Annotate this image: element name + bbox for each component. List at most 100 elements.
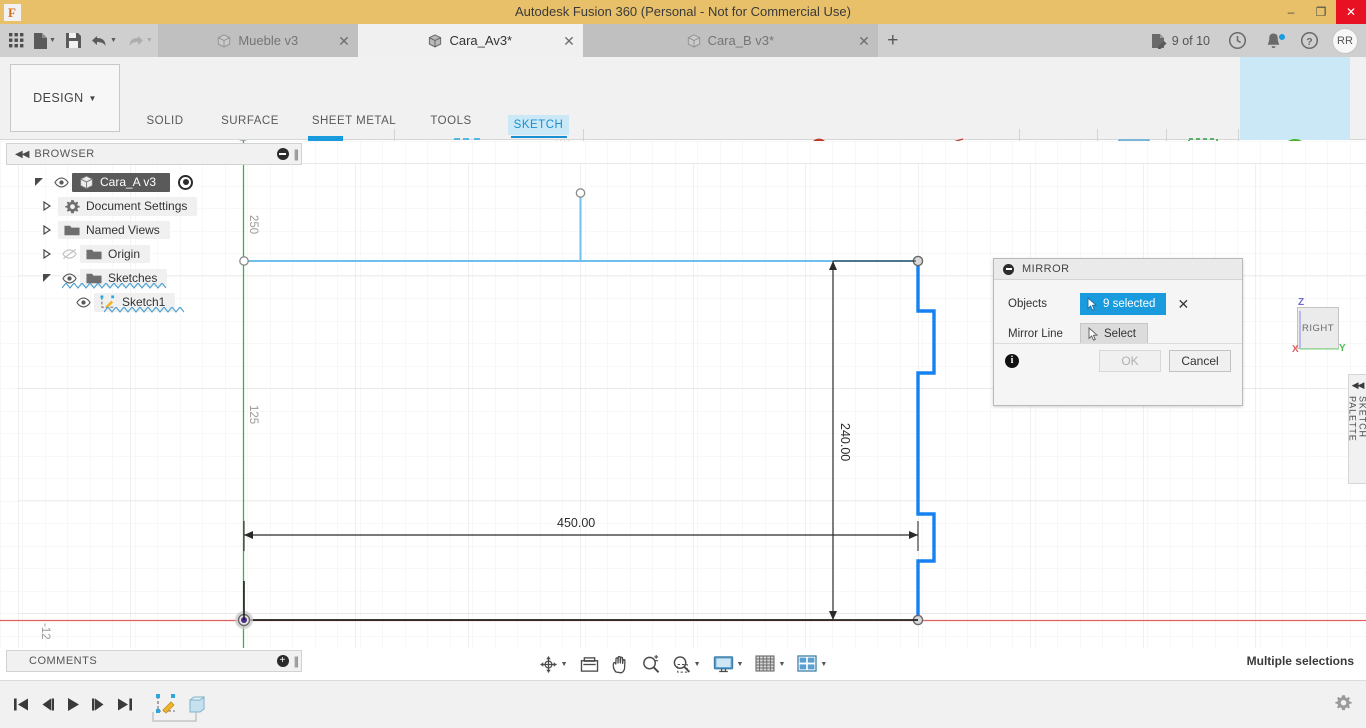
tree-row-sketch1[interactable]: Sketch1 — [6, 290, 296, 314]
jobs-status[interactable]: 9 of 10 — [1142, 33, 1219, 49]
undo-icon[interactable]: ▼ — [86, 24, 122, 57]
tree-item-sketches[interactable]: Sketches — [80, 269, 168, 287]
tree-row-document-settings[interactable]: Document Settings — [6, 194, 296, 218]
tab-mueble-v3[interactable]: Mueble v3 ✕ — [157, 24, 358, 57]
pan-hand-icon[interactable] — [605, 655, 635, 674]
maximize-button[interactable]: ❐ — [1306, 0, 1336, 24]
tree-row-origin[interactable]: Origin — [6, 242, 296, 266]
pan-home-icon[interactable] — [574, 656, 605, 673]
ok-button[interactable]: OK — [1099, 349, 1161, 372]
collapse-left-icon[interactable]: ◀◀ — [7, 149, 34, 160]
design-workspace-selector[interactable]: DESIGN ▼ — [10, 64, 120, 132]
select-cursor-icon — [1088, 327, 1099, 341]
save-icon[interactable] — [61, 24, 86, 57]
bell-icon[interactable] — [1256, 32, 1291, 50]
tab-sheet-metal[interactable]: SHEET METAL — [305, 115, 403, 137]
timeline-settings-gear-icon[interactable] — [1335, 694, 1352, 716]
tree-row-sketches[interactable]: Sketches — [6, 266, 296, 290]
navigation-bar: ▼ ▼ ▼ ▼ ▼ — [0, 648, 1366, 680]
sketch-palette-tab[interactable]: ◀◀ SKETCH PALETTE — [1348, 374, 1366, 484]
objects-selection-count: 9 selected — [1103, 298, 1156, 310]
close-button[interactable]: ✕ — [1336, 0, 1366, 24]
expander-collapsed-icon[interactable] — [36, 249, 58, 259]
objects-selection-button[interactable]: 9 selected — [1080, 293, 1167, 315]
visibility-hidden-icon[interactable] — [58, 248, 80, 260]
expander-expanded-icon[interactable] — [28, 177, 50, 187]
tab-cara-a-v3[interactable]: Cara_Av3* ✕ — [357, 24, 583, 57]
tree-row-cara-a[interactable]: Cara_A v3 — [6, 170, 296, 194]
ribbon: DESIGN ▼ SOLID SURFACE SHEET METAL TOOLS… — [0, 57, 1366, 189]
visibility-eye-icon[interactable] — [72, 297, 94, 308]
tab-solid[interactable]: SOLID — [135, 115, 195, 137]
dimension-label-240[interactable]: 240.00 — [838, 423, 852, 461]
expander-expanded-icon[interactable] — [36, 273, 58, 283]
new-file-icon[interactable]: ▼ — [29, 24, 61, 57]
visibility-eye-icon[interactable] — [58, 273, 80, 284]
minimize-button[interactable]: – — [1276, 0, 1306, 24]
cancel-button[interactable]: Cancel — [1169, 349, 1231, 372]
help-icon[interactable]: ? — [1291, 31, 1328, 50]
orbit-icon[interactable]: ▼ — [533, 655, 574, 674]
new-file-caret-icon[interactable]: ▼ — [49, 37, 56, 44]
tree-item-cara-a[interactable]: Cara_A v3 — [72, 172, 171, 192]
folder-sketch-icon — [84, 272, 104, 285]
tree-label: Document Settings — [86, 199, 188, 213]
zoom-window-icon[interactable]: ▼ — [666, 655, 707, 674]
display-settings-icon[interactable]: ▼ — [707, 655, 750, 673]
chevron-down-icon[interactable]: ▼ — [737, 661, 744, 668]
collapse-left-icon[interactable]: ◀◀ — [1352, 380, 1365, 391]
chevron-down-icon[interactable]: ▼ — [820, 661, 827, 668]
redo-icon[interactable]: ▼ — [122, 24, 158, 57]
expander-collapsed-icon[interactable] — [36, 225, 58, 235]
quick-access-toolbar: ▼ ▼ ▼ — [0, 24, 158, 57]
close-icon[interactable]: ✕ — [563, 34, 575, 48]
viewports-icon[interactable]: ▼ — [791, 655, 833, 673]
close-icon[interactable]: ✕ — [338, 34, 350, 48]
play-icon[interactable] — [60, 697, 86, 712]
minus-circle-icon[interactable] — [276, 148, 289, 160]
redo-caret-icon[interactable]: ▼ — [146, 37, 153, 44]
new-tab-button[interactable]: + — [878, 24, 908, 57]
clear-selection-icon[interactable]: ✕ — [1177, 297, 1189, 311]
undo-caret-icon[interactable]: ▼ — [110, 37, 117, 44]
tree-item-named-views[interactable]: Named Views — [58, 221, 170, 239]
minus-circle-icon[interactable] — [1003, 263, 1014, 275]
folder-icon — [62, 224, 82, 237]
tab-sketch[interactable]: SKETCH — [508, 115, 569, 135]
axis-label-neg12: -12 — [39, 623, 51, 640]
avatar[interactable]: RR — [1332, 27, 1358, 54]
tree-item-sketch1[interactable]: Sketch1 — [94, 292, 176, 312]
step-forward-icon[interactable] — [86, 697, 112, 712]
mirror-dialog[interactable]: MIRROR Objects 9 selected ✕ Mirror Line — [993, 258, 1243, 406]
chevron-down-icon[interactable]: ▼ — [694, 661, 701, 668]
close-icon[interactable]: ✕ — [858, 34, 870, 48]
tab-tools[interactable]: TOOLS — [418, 115, 484, 137]
tree-row-named-views[interactable]: Named Views — [6, 218, 296, 242]
chevron-down-icon[interactable]: ▼ — [561, 661, 568, 668]
skip-to-start-icon[interactable] — [8, 697, 34, 712]
visibility-eye-icon[interactable] — [50, 177, 72, 188]
info-icon[interactable]: i — [1005, 353, 1019, 368]
chevron-down-icon[interactable]: ▼ — [778, 661, 785, 668]
chevron-down-icon: ▼ — [88, 93, 97, 103]
dimension-label-450[interactable]: 450.00 — [557, 516, 595, 530]
gear-icon — [62, 199, 82, 214]
timeline-bar — [0, 680, 1366, 728]
tree-item-document-settings[interactable]: Document Settings — [58, 196, 198, 216]
clock-icon[interactable] — [1219, 31, 1256, 50]
view-cube[interactable]: RIGHT Z Y X — [1292, 297, 1346, 355]
expander-collapsed-icon[interactable] — [36, 201, 58, 211]
mirror-dialog-header[interactable]: MIRROR — [994, 259, 1242, 280]
tree-item-origin[interactable]: Origin — [80, 245, 151, 263]
zoom-icon[interactable] — [635, 654, 666, 674]
mirror-line-selection-button[interactable]: Select — [1080, 323, 1148, 345]
activate-component-radio[interactable] — [178, 174, 194, 190]
app-grid-icon[interactable] — [4, 24, 29, 57]
grid-snaps-icon[interactable]: ▼ — [749, 655, 791, 673]
resize-grip-icon[interactable]: ||| — [294, 147, 300, 161]
tab-surface[interactable]: SURFACE — [210, 115, 290, 137]
tab-cara-b-v3[interactable]: Cara_B v3* ✕ — [582, 24, 878, 57]
step-back-icon[interactable] — [34, 697, 60, 712]
tab-bar: ▼ ▼ ▼ Mueble v3 ✕ Cara_Av3* ✕ Cara_B v3*… — [0, 24, 1366, 57]
skip-to-end-icon[interactable] — [112, 697, 138, 712]
